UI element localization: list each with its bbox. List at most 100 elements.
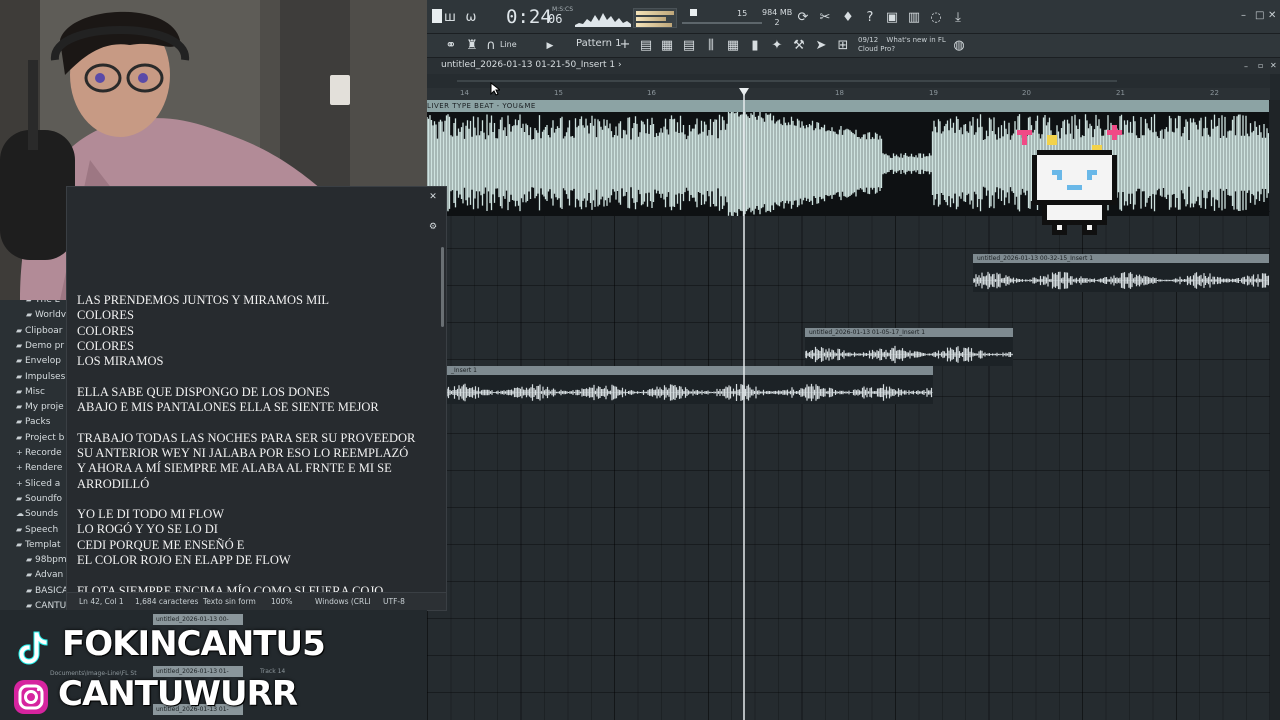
notepad-scrollbar[interactable] <box>441 247 444 327</box>
clip-header[interactable]: LIVER TYPE BEAT - YOU&ME <box>427 100 1269 112</box>
mascot-sticker <box>1017 125 1122 235</box>
record-indicator[interactable] <box>690 9 697 16</box>
save-icon[interactable]: ▣ <box>884 10 900 26</box>
cart-icon[interactable]: ⊞ <box>835 38 851 54</box>
browser-item[interactable]: ▰ BASICA <box>26 586 68 596</box>
waveform <box>427 112 1269 216</box>
microphone-icon[interactable]: ♦ <box>840 10 856 26</box>
minimize-icon[interactable]: – <box>1241 10 1246 21</box>
clip-label: LIVER TYPE BEAT - YOU&ME <box>427 102 536 110</box>
ruler-tick: 19 <box>929 89 938 97</box>
piano-roll-icon[interactable]: ▦ <box>659 38 675 54</box>
magnet-icon[interactable]: ∩ <box>483 38 499 54</box>
browser-item[interactable]: ▰ Speech <box>16 525 58 535</box>
browser-item[interactable]: ▰ Packs <box>16 417 50 427</box>
play-icon[interactable]: ▶ <box>542 38 558 54</box>
browser-item[interactable]: ☁Sounds <box>16 509 58 519</box>
plus-icon: + <box>16 478 23 488</box>
playlist-close-icon[interactable]: ✕ <box>1270 61 1277 70</box>
help-icon[interactable]: ? <box>862 10 878 26</box>
notepad-close-icon[interactable]: ✕ <box>425 189 441 205</box>
playlist-minimize-icon[interactable]: – <box>1244 62 1248 71</box>
browser-item[interactable]: ▰ Impulses <box>16 372 65 382</box>
fish-icon[interactable]: ➤ <box>813 38 829 54</box>
line-ending: Windows (CRLI <box>315 597 371 606</box>
stamp-icon[interactable]: ♜ <box>464 38 480 54</box>
lyric-line: LO ROGÓ Y YO SE LO DI <box>77 522 218 537</box>
playlist-icon[interactable]: ▤ <box>638 38 654 54</box>
playlist-title-bar: untitled_2026-01-13 01-21-50_Insert 1 › <box>427 58 1280 74</box>
waveform-mode-icon[interactable]: ω <box>463 10 479 26</box>
instagram-handle: CANTUWURR <box>58 674 298 714</box>
pattern-selector[interactable]: Pattern 1 <box>576 38 622 49</box>
timeline-ruler[interactable]: 14 15 16 18 19 20 21 22 <box>427 88 1270 100</box>
master-volume-slider[interactable] <box>682 22 762 24</box>
browser-item[interactable]: ▰ Advan <box>26 570 63 580</box>
close-icon[interactable]: ✕ <box>1268 10 1276 21</box>
refresh-icon[interactable]: ⟳ <box>795 10 811 26</box>
toolbar-icon[interactable] <box>432 9 442 23</box>
browser-item[interactable]: ▰ 98bpm <box>26 555 67 565</box>
document-icon[interactable]: ▮ <box>747 38 763 54</box>
browser-item[interactable]: ▰ Project b <box>16 433 64 443</box>
browser-item[interactable]: ▰ Envelop <box>16 356 61 366</box>
maximize-icon[interactable]: □ <box>1255 10 1264 21</box>
playlist-title-text: untitled_2026-01-13 01-21-50_Insert 1 <box>441 60 616 70</box>
browser-item[interactable]: ▰ Worldv <box>26 310 66 320</box>
download-icon[interactable]: ⤓ <box>950 10 966 26</box>
playlist-maximize-icon[interactable]: ▫ <box>1258 61 1263 70</box>
browser-icon[interactable]: ▦ <box>725 38 741 54</box>
folder-icon: ▰ <box>26 585 33 595</box>
browser-item-label: Advan <box>35 570 64 581</box>
zoom-level[interactable]: 100% <box>271 597 292 606</box>
browser-item[interactable]: ▰ Misc <box>16 387 45 397</box>
browser-item-label: Templat <box>25 539 61 550</box>
browser-item[interactable]: ▰ My proje <box>16 402 64 412</box>
beat-audio-clip[interactable]: LIVER TYPE BEAT - YOU&ME <box>427 100 1269 216</box>
clip-label: untitled_2026-01-13 00-32-15_Insert 1 <box>977 255 1094 262</box>
folder-icon: ▰ <box>16 340 23 350</box>
settings-icon[interactable]: ⚙ <box>425 219 441 235</box>
notepad-window[interactable]: ✕ ⚙ LAS PRENDEMOS JUNTOS Y MIRAMOS MIL CO… <box>66 186 447 611</box>
chat-icon[interactable]: ◌ <box>928 10 944 26</box>
vocal-clip[interactable]: untitled_2026-01-13 00-32-15_Insert 1 <box>973 254 1269 292</box>
snap-mode-label[interactable]: Line <box>500 40 517 49</box>
browser-item-label: Packs <box>25 417 51 428</box>
status-bar: Ln 42, Col 1 1,684 caracteres Texto sin … <box>67 592 446 610</box>
folder-icon: ▰ <box>16 356 23 366</box>
lyric-line: COLORES <box>77 338 134 353</box>
playlist-title: untitled_2026-01-13 01-21-50_Insert 1 › <box>441 60 622 70</box>
scroll-track[interactable] <box>457 80 1117 82</box>
playhead[interactable] <box>743 92 745 720</box>
channel-rack-icon[interactable]: ▤ <box>681 38 697 54</box>
browser-item[interactable]: ▰ Clipboar <box>16 326 62 336</box>
vocal-clip[interactable]: untitled_2026-01-13 01-05-17_Insert 1 <box>805 328 1013 366</box>
plugin-icon[interactable]: ✦ <box>769 38 785 54</box>
playlist-scrollbar[interactable] <box>427 74 1270 88</box>
browser-item[interactable]: ▰ Soundfo <box>16 494 62 504</box>
mixer-icon[interactable]: ▥ <box>906 10 922 26</box>
folder-icon: ▰ <box>26 555 33 565</box>
browser-item-label: Demo pr <box>25 340 65 351</box>
tools-icon[interactable]: ⚒ <box>791 38 807 54</box>
news-line2: Cloud Pro? <box>858 45 896 53</box>
mixer-view-icon[interactable]: ⫼ <box>703 38 719 54</box>
browser-item-label: Impulses <box>25 371 66 382</box>
vocal-clip[interactable]: _Insert 1 <box>447 366 933 404</box>
browser-item[interactable]: + Sliced a <box>16 479 60 489</box>
tiktok-handle: FOKINCANTU5 <box>62 624 326 664</box>
lyrics-text[interactable]: LAS PRENDEMOS JUNTOS Y MIRAMOS MIL COLORE… <box>77 293 437 599</box>
browser-item[interactable]: ▰ Templat <box>16 540 61 550</box>
browser-item[interactable]: + Recorde <box>16 448 62 458</box>
link-icon[interactable]: ⚭ <box>443 38 459 54</box>
news-panel[interactable]: 09/12 What's new in FL Cloud Pro? <box>858 36 946 54</box>
lyric-line: CEDI PORQUE ME ENSEÑÓ E <box>77 537 245 552</box>
vertical-scrollbar[interactable] <box>1270 100 1280 720</box>
mouse-cursor-icon <box>490 82 500 96</box>
browser-item[interactable]: + Rendere <box>16 463 62 473</box>
edit-mode-icon[interactable]: ш <box>442 10 458 26</box>
globe-icon[interactable]: ◍ <box>951 38 967 54</box>
cut-icon[interactable]: ✂ <box>817 10 833 26</box>
add-pattern-icon[interactable]: + <box>617 37 633 53</box>
browser-item[interactable]: ▰ Demo pr <box>16 341 64 351</box>
